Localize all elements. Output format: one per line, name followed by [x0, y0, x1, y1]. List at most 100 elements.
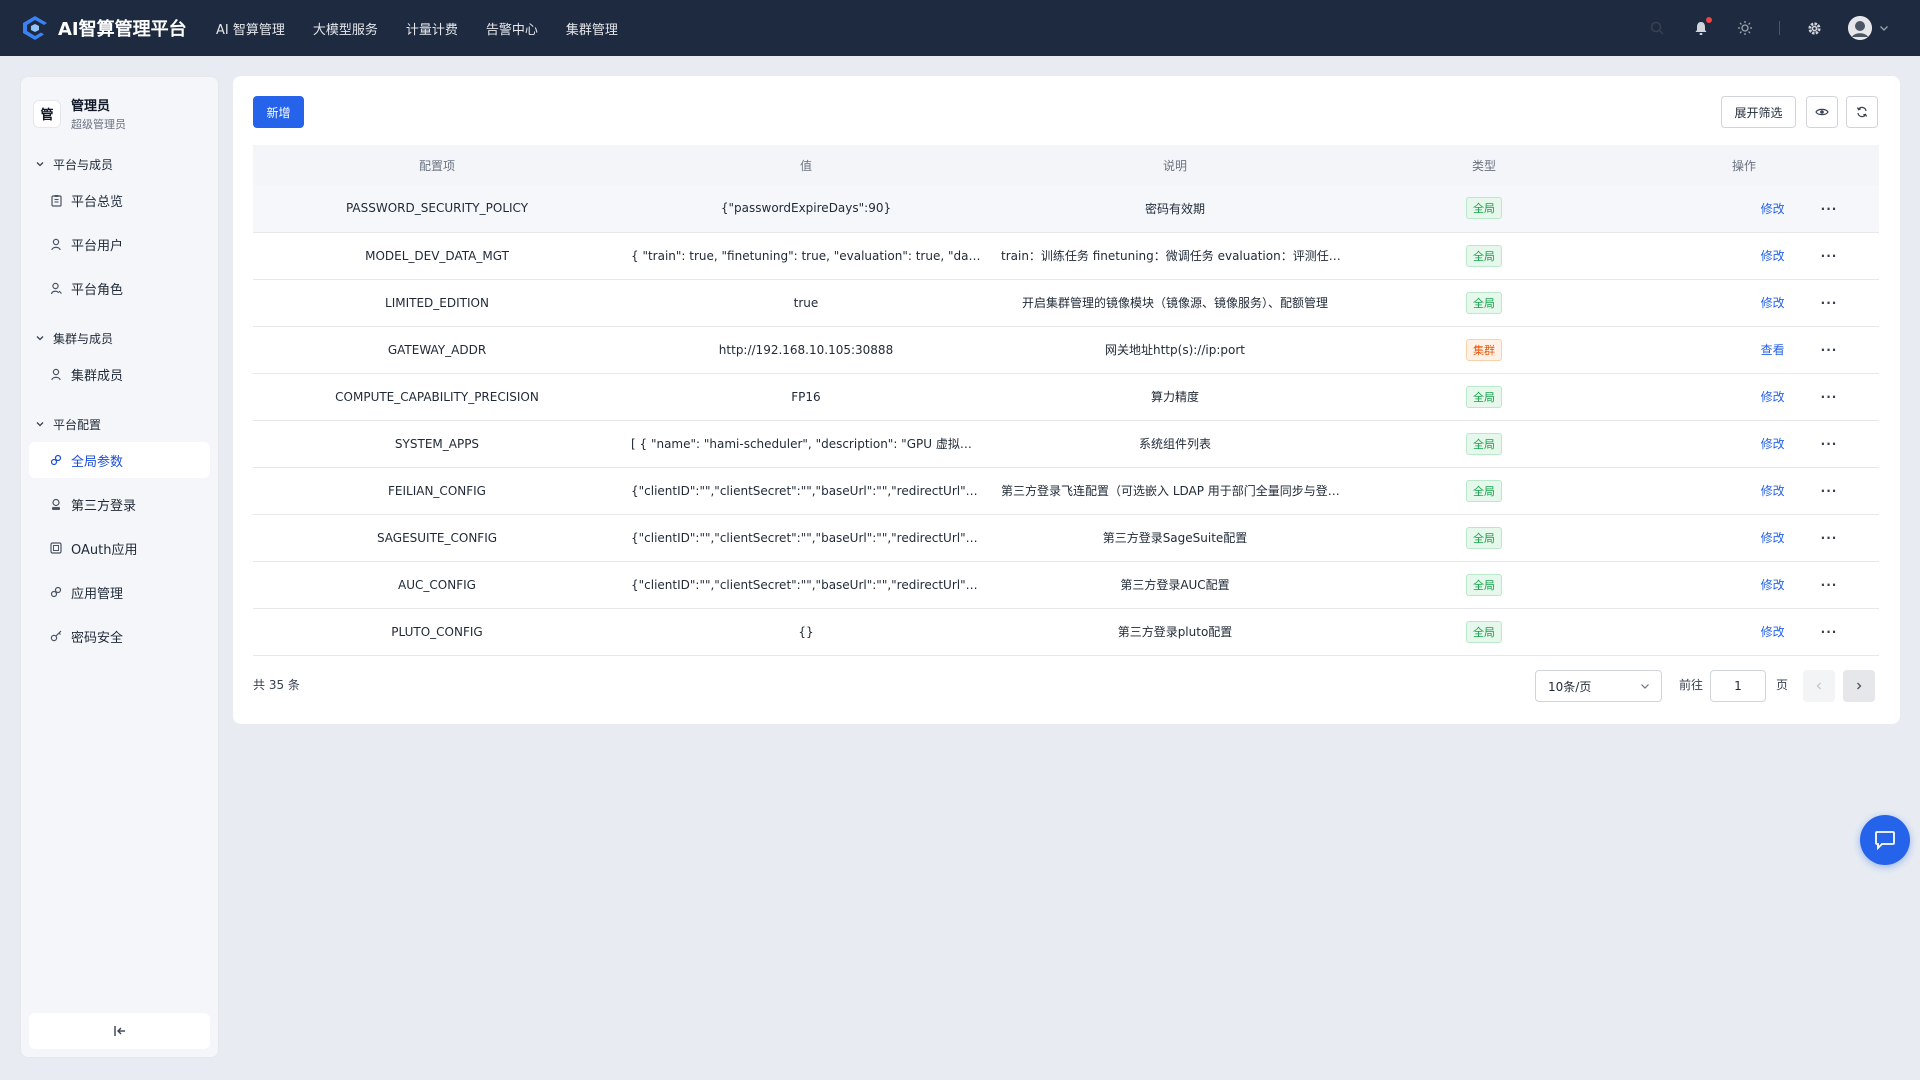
edit-link[interactable]: 修改	[1761, 437, 1785, 451]
cell-value: [ { "name": "hami-scheduler", "descripti…	[621, 420, 991, 468]
cell-value: { "train": true, "finetuning": true, "ev…	[621, 232, 991, 280]
search-icon[interactable]	[1647, 18, 1667, 38]
sidebar-item-third-party-login[interactable]: 第三方登录	[29, 486, 210, 522]
chat-button[interactable]	[1860, 815, 1910, 865]
brand-logo-icon	[23, 16, 47, 40]
refresh-button[interactable]	[1846, 96, 1878, 128]
edit-link[interactable]: 修改	[1761, 296, 1785, 310]
goto-page-input[interactable]	[1710, 670, 1766, 702]
expand-filter-button[interactable]: 展开筛选	[1721, 96, 1796, 128]
cell-value: FP16	[621, 373, 991, 421]
nav-item-cluster[interactable]: 集群管理	[566, 19, 618, 38]
cell-key: MODEL_DEV_DATA_MGT	[253, 232, 621, 280]
cell-description: train：训练任务 finetuning：微调任务 evaluation：评测…	[991, 232, 1359, 280]
cell-type: 全局	[1359, 420, 1609, 468]
sidebar-item-password-security[interactable]: 密码安全	[29, 618, 210, 654]
edit-link[interactable]: 修改	[1761, 202, 1785, 216]
column-header-actions: 操作	[1609, 145, 1879, 185]
more-icon[interactable]: ···	[1821, 625, 1838, 639]
link-icon	[49, 585, 63, 599]
more-icon[interactable]: ···	[1821, 390, 1838, 404]
sidebar-group-title[interactable]: 平台与成员	[21, 154, 218, 174]
more-icon[interactable]: ···	[1821, 343, 1838, 357]
nav-item-ai-compute[interactable]: AI 智算管理	[216, 19, 285, 38]
next-page-button[interactable]	[1843, 670, 1875, 702]
type-badge: 全局	[1466, 197, 1502, 220]
column-header-value: 值	[621, 145, 991, 185]
more-icon[interactable]: ···	[1821, 202, 1838, 216]
cell-value: true	[621, 279, 991, 327]
type-badge: 全局	[1466, 573, 1502, 596]
table-row: MODEL_DEV_DATA_MGT { "train": true, "fin…	[253, 232, 1879, 280]
table-row: SAGESUITE_CONFIG {"clientID":"","clientS…	[253, 514, 1879, 562]
nav-item-llm-service[interactable]: 大模型服务	[313, 19, 378, 38]
cell-value: {"clientID":"","clientSecret":"","baseUr…	[621, 514, 991, 562]
edit-link[interactable]: 修改	[1761, 531, 1785, 545]
group-title-text: 平台与成员	[53, 157, 114, 172]
brand[interactable]: AI智算管理平台	[20, 13, 200, 43]
top-right-actions	[1623, 0, 1890, 56]
cell-actions: 查看 ···	[1609, 326, 1879, 374]
cell-description: 第三方登录pluto配置	[991, 608, 1359, 656]
group-title-text: 平台配置	[53, 417, 102, 432]
table-row: LIMITED_EDITION true 开启集群管理的镜像模块（镜像源、镜像服…	[253, 279, 1879, 327]
more-icon[interactable]: ···	[1821, 484, 1838, 498]
type-badge: 全局	[1466, 526, 1502, 549]
cell-actions: 修改 ···	[1609, 467, 1879, 515]
cell-key: AUC_CONFIG	[253, 561, 621, 609]
type-badge: 全局	[1466, 479, 1502, 502]
user-name: 管理员	[71, 99, 111, 114]
theme-sun-icon[interactable]	[1735, 18, 1755, 38]
gear-icon[interactable]	[1804, 18, 1824, 38]
sidebar-item-label: 第三方登录	[71, 498, 137, 514]
more-icon[interactable]: ···	[1821, 296, 1838, 310]
nav-item-billing[interactable]: 计量计费	[406, 19, 458, 38]
edit-link[interactable]: 修改	[1761, 625, 1785, 639]
sidebar-item-oauth-apps[interactable]: OAuth应用	[29, 530, 210, 566]
more-icon[interactable]: ···	[1821, 531, 1838, 545]
edit-link[interactable]: 修改	[1761, 578, 1785, 592]
edit-link[interactable]: 修改	[1761, 390, 1785, 404]
cell-description: 算力精度	[991, 373, 1359, 421]
cell-actions: 修改 ···	[1609, 279, 1879, 327]
add-button[interactable]: 新增	[253, 96, 304, 128]
page-size-select[interactable]: 10条/页	[1535, 670, 1662, 702]
goto-label: 前往	[1679, 678, 1704, 692]
collapse-sidebar-button[interactable]	[29, 1013, 210, 1049]
sidebar-item-global-params[interactable]: 全局参数	[29, 442, 210, 478]
edit-link[interactable]: 修改	[1761, 249, 1785, 263]
chevron-down-icon	[36, 336, 44, 341]
cell-type: 全局	[1359, 608, 1609, 656]
cell-type: 全局	[1359, 279, 1609, 327]
cell-key: PASSWORD_SECURITY_POLICY	[253, 185, 621, 233]
bell-icon[interactable]	[1691, 17, 1712, 38]
more-icon[interactable]: ···	[1821, 249, 1838, 263]
refresh-icon	[1856, 106, 1868, 118]
sidebar-item-cluster-members[interactable]: 集群成员	[29, 356, 210, 392]
column-visibility-button[interactable]	[1806, 96, 1838, 128]
cell-actions: 修改 ···	[1609, 561, 1879, 609]
user-icon	[49, 367, 63, 381]
sidebar-group-title[interactable]: 集群与成员	[21, 328, 218, 348]
group-title-text: 集群与成员	[53, 331, 114, 346]
nav-item-alerts[interactable]: 告警中心	[486, 19, 538, 38]
more-icon[interactable]: ···	[1821, 578, 1838, 592]
prev-page-button[interactable]	[1803, 670, 1835, 702]
cell-key: SAGESUITE_CONFIG	[253, 514, 621, 562]
sidebar-item-app-management[interactable]: 应用管理	[29, 574, 210, 610]
sidebar-group-title[interactable]: 平台配置	[21, 414, 218, 434]
view-link[interactable]: 查看	[1761, 343, 1785, 357]
table-header-row: 配置项 值 说明 类型 操作	[253, 145, 1879, 185]
user-menu[interactable]	[1848, 16, 1890, 40]
sidebar-item-label: 平台角色	[71, 282, 124, 298]
table-row: PASSWORD_SECURITY_POLICY {"passwordExpir…	[253, 185, 1879, 233]
sidebar-item-platform-overview[interactable]: 平台总览	[29, 182, 210, 218]
more-icon[interactable]: ···	[1821, 437, 1838, 451]
sidebar-item-platform-users[interactable]: 平台用户	[29, 226, 210, 262]
type-badge: 全局	[1466, 244, 1502, 267]
cell-key: FEILIAN_CONFIG	[253, 467, 621, 515]
cell-actions: 修改 ···	[1609, 232, 1879, 280]
cell-description: 开启集群管理的镜像模块（镜像源、镜像服务）、配额管理	[991, 279, 1359, 327]
edit-link[interactable]: 修改	[1761, 484, 1785, 498]
sidebar-item-platform-roles[interactable]: 平台角色	[29, 270, 210, 306]
